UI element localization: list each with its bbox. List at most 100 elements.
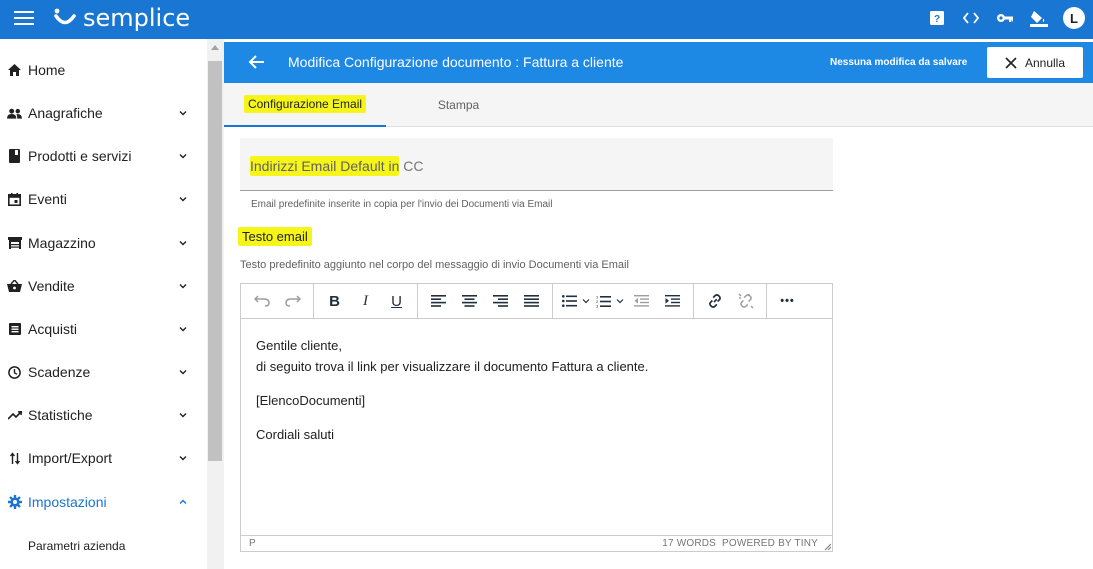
align-group (418, 283, 553, 319)
avatar[interactable]: L (1063, 7, 1085, 29)
chevron-up-icon (179, 499, 187, 504)
bold-button[interactable]: B (319, 288, 350, 314)
indent-icon[interactable] (657, 288, 688, 314)
list-group: 123 (553, 283, 694, 319)
sidebar-item-label: Statistiche (28, 407, 93, 423)
sidebar-item-label: Prodotti e servizi (28, 148, 132, 164)
align-left-icon[interactable] (423, 288, 454, 314)
chevron-down-icon (179, 197, 187, 202)
tab-stampa[interactable]: Stampa (386, 83, 531, 127)
close-icon (1005, 56, 1017, 69)
sidebar-item-magazzino[interactable]: Magazzino (0, 223, 207, 263)
cc-email-label: Indirizzi Email Default in CC (250, 156, 424, 176)
undo-icon[interactable] (246, 288, 277, 314)
svg-text:3: 3 (596, 303, 599, 308)
sidebar-item-label: Impostazioni (28, 494, 107, 510)
chevron-down-icon (179, 241, 187, 246)
resize-handle-icon[interactable] (823, 542, 831, 550)
sidebar-item-impostazioni[interactable]: Impostazioni (0, 482, 207, 522)
unlink-icon[interactable] (730, 288, 761, 314)
sidebar-item-label: Anagrafiche (28, 105, 103, 121)
app-name: semplice (83, 4, 191, 32)
sidebar-item-anagrafiche[interactable]: Anagrafiche (0, 93, 207, 133)
sidebar-item-label: Home (28, 62, 66, 78)
top-app-bar: semplice ? L (0, 0, 1093, 39)
sidebar-item-label: Magazzino (28, 235, 96, 251)
gear-icon (7, 495, 22, 510)
help-icon[interactable]: ? (927, 8, 947, 28)
sidebar-item-scadenze[interactable]: Scadenze (0, 352, 207, 392)
sidebar-subitem-parametri-azienda[interactable]: Parametri azienda (28, 539, 125, 553)
sidebar-item-vendite[interactable]: Vendite (0, 266, 207, 306)
book-icon (7, 149, 22, 164)
chevron-down-icon (179, 154, 187, 159)
cc-email-label-rest: CC (399, 158, 424, 174)
history-group (241, 283, 314, 319)
cc-email-field[interactable]: Indirizzi Email Default in CC (240, 138, 833, 191)
chevron-down-icon (179, 456, 187, 461)
chevron-down-icon (179, 370, 187, 375)
align-center-icon[interactable] (454, 288, 485, 314)
align-right-icon[interactable] (485, 288, 516, 314)
editor-statusbar: P 17 WORDS POWERED BY TINY (241, 535, 832, 551)
sidebar-item-eventi[interactable]: Eventi (0, 179, 207, 219)
semplice-logo-icon (54, 8, 76, 25)
sidebar-item-import-export[interactable]: Import/Export (0, 438, 207, 478)
link-icon[interactable] (699, 288, 730, 314)
people-icon (7, 106, 22, 121)
format-group: B I U (314, 283, 418, 319)
italic-button[interactable]: I (350, 288, 381, 314)
email-text-title: Testo email (238, 227, 312, 246)
scroll-up-arrow-icon[interactable] (211, 45, 219, 50)
paint-bucket-icon[interactable] (1029, 8, 1049, 28)
rich-text-editor: B I U 123 ••• Gentile cliente, di seguit… (240, 283, 833, 552)
sidebar-item-label: Acquisti (28, 321, 78, 337)
link-group (694, 283, 767, 319)
sidebar-item-home[interactable]: Home (0, 50, 207, 90)
word-count: 17 WORDS POWERED BY TINY (662, 538, 818, 549)
tab-bar: Configurazione Email Stampa (224, 83, 1093, 127)
import-export-icon (7, 451, 22, 466)
back-arrow-icon[interactable] (248, 53, 266, 71)
clock-icon (7, 365, 22, 380)
sidebar-item-label: Vendite (28, 278, 75, 294)
scrollbar-thumb[interactable] (208, 61, 222, 461)
underline-button[interactable]: U (381, 288, 412, 314)
top-actions: ? L (927, 7, 1085, 29)
key-icon[interactable] (995, 8, 1015, 28)
word-count-label: 17 WORDS (662, 538, 717, 549)
chevron-down-icon (179, 111, 187, 116)
cc-email-hint: Email predefinite inserite in copia per … (251, 199, 553, 210)
editor-line: di seguito trova il link per visualizzar… (256, 359, 649, 374)
numbered-list-icon[interactable]: 123 (592, 288, 614, 314)
save-status-text: Nessuna modifica da salvare (830, 57, 968, 68)
sidebar-item-label: Import/Export (28, 450, 113, 466)
editor-line: Cordiali saluti (256, 427, 335, 442)
basket-icon (7, 279, 22, 294)
more-options-button[interactable]: ••• (772, 288, 803, 314)
code-icon[interactable] (961, 8, 981, 28)
element-path[interactable]: P (249, 538, 256, 549)
cc-email-label-highlight: Indirizzi Email Default in (250, 156, 400, 176)
calendar-icon (7, 192, 22, 207)
cancel-button[interactable]: Annulla (987, 47, 1083, 78)
editor-toolbar: B I U 123 ••• (241, 283, 832, 319)
tab-configurazione-email[interactable]: Configurazione Email (224, 83, 386, 127)
chevron-down-icon[interactable] (580, 288, 592, 314)
sidebar-item-prodotti[interactable]: Prodotti e servizi (0, 136, 207, 176)
chevron-down-icon[interactable] (614, 288, 626, 314)
sidebar-item-statistiche[interactable]: Statistiche (0, 395, 207, 435)
app-logo[interactable]: semplice (53, 4, 190, 32)
warehouse-icon (7, 236, 22, 251)
editor-content[interactable]: Gentile cliente, di seguito trova il lin… (256, 335, 648, 458)
tab-label: Stampa (437, 98, 480, 112)
sidebar-item-acquisti[interactable]: Acquisti (0, 309, 207, 349)
sidebar-scrollbar[interactable] (207, 39, 224, 569)
outdent-icon[interactable] (626, 288, 657, 314)
redo-icon[interactable] (277, 288, 308, 314)
bullet-list-icon[interactable] (558, 288, 580, 314)
hamburger-menu-icon[interactable] (14, 11, 34, 27)
align-justify-icon[interactable] (516, 288, 547, 314)
powered-by-link[interactable]: POWERED BY TINY (722, 538, 818, 549)
editor-line: [ElencoDocumenti] (256, 393, 366, 408)
